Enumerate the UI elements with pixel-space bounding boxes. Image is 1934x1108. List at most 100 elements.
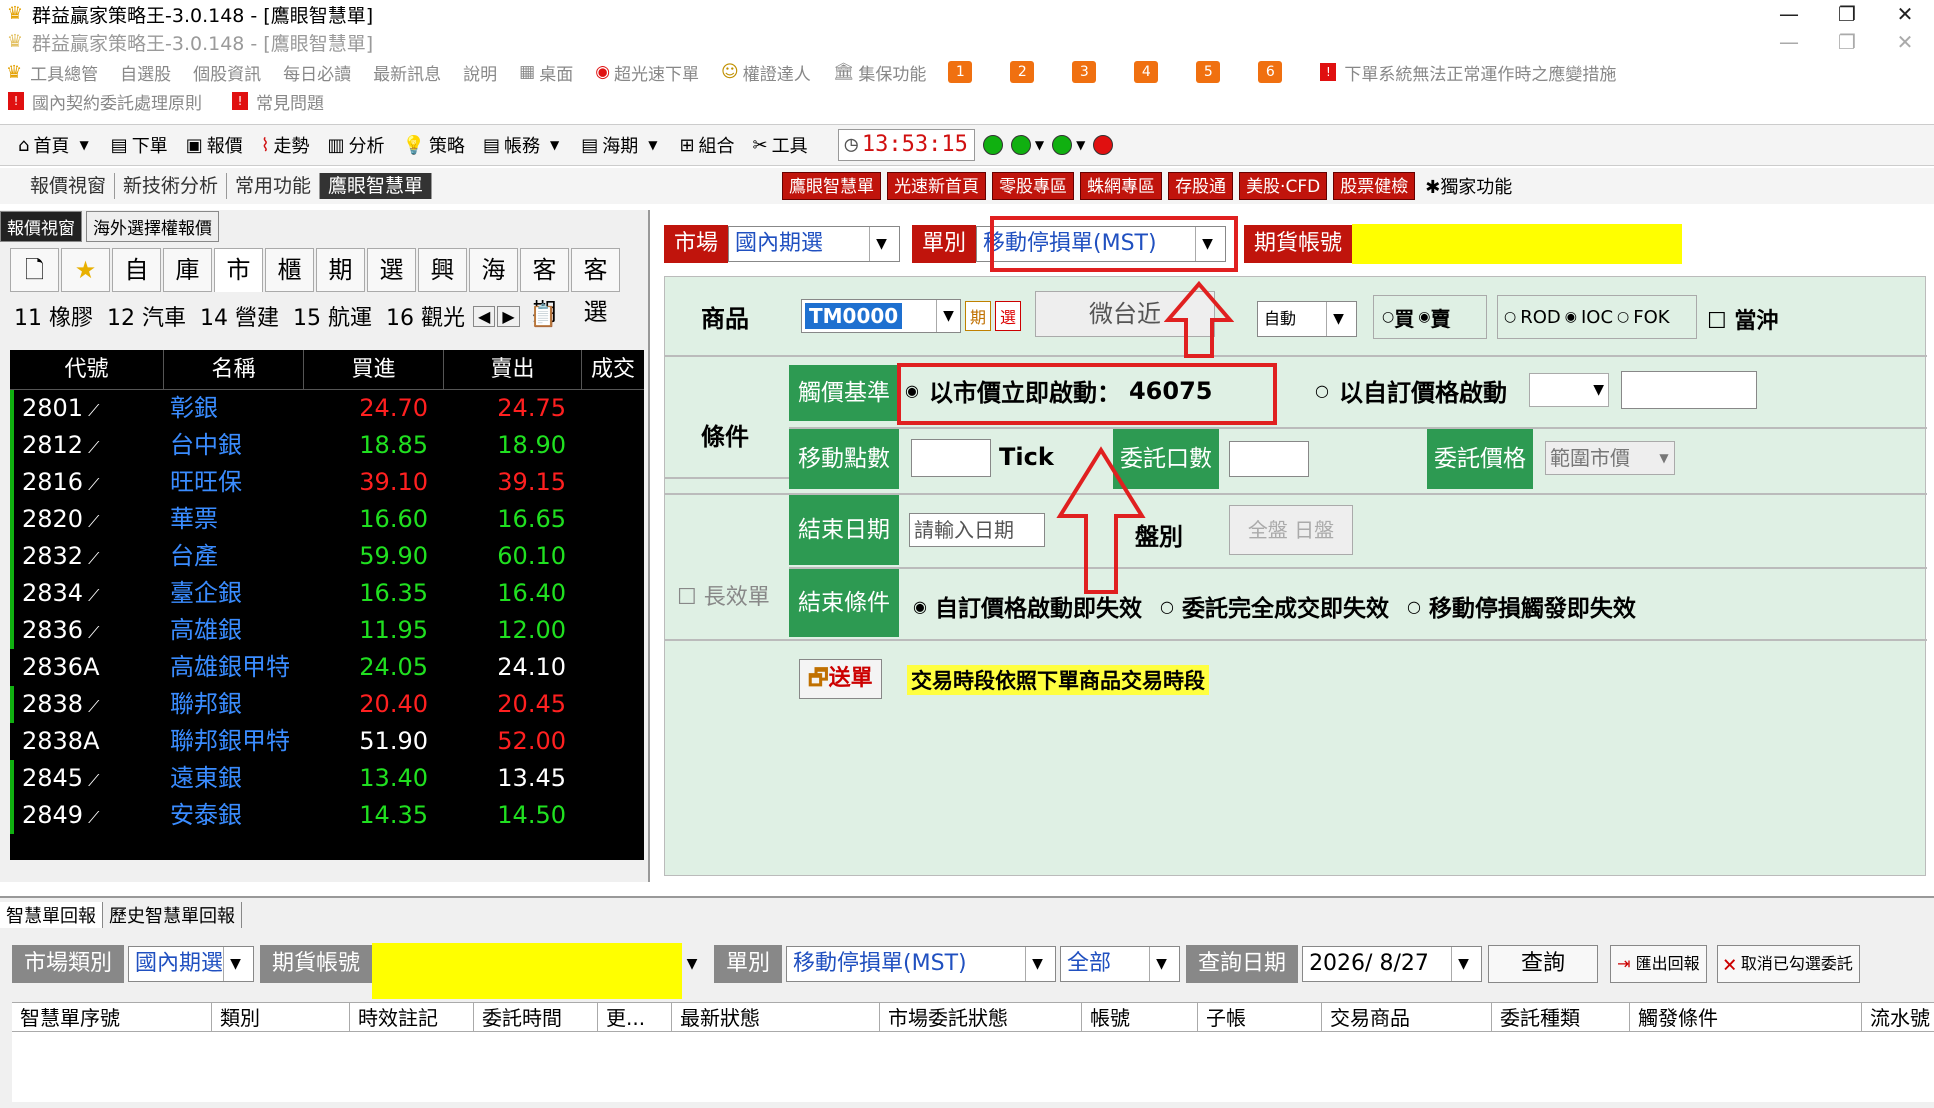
toolbar-order[interactable]: ▤ 下單	[111, 132, 168, 158]
filter-client-futures[interactable]: 客期	[520, 248, 569, 326]
table-row[interactable]: 2812 ⟋ 台中銀 18.85 18.90	[10, 427, 644, 464]
inner-restore-button[interactable]: ❐	[1818, 28, 1876, 56]
filter-market[interactable]: 市	[214, 248, 263, 292]
toolbar-home[interactable]: ⌂ 首頁 ▼	[18, 132, 93, 158]
custom-trigger-radio[interactable]: ○	[1315, 381, 1329, 400]
end2-radio[interactable]: ○	[1160, 597, 1174, 616]
filter-self[interactable]: 自	[112, 248, 161, 292]
report-account-redacted[interactable]	[372, 943, 683, 999]
menu-watchlist[interactable]: 自選股	[120, 60, 171, 85]
filter-overseas[interactable]: 海	[469, 248, 518, 292]
market-select[interactable]: 國內期選 ▼	[728, 226, 901, 262]
minimize-button[interactable]: —	[1760, 0, 1818, 28]
toolbar-tools[interactable]: ✂ 工具	[753, 132, 808, 158]
cancel-selected-button[interactable]: 🗙 取消已勾選委託	[1716, 945, 1860, 983]
table-row[interactable]: 2836 ⟋ 高雄銀 11.95 12.00	[10, 612, 644, 649]
category-auto[interactable]: 12 汽車	[107, 300, 186, 332]
toolbar-trend[interactable]: ⌇ 走勢	[261, 132, 310, 158]
tab-eagle-order[interactable]: 鷹眼智慧單	[320, 173, 433, 199]
query-button[interactable]: 查詢	[1488, 945, 1599, 983]
table-row[interactable]: 2816 ⟋ 旺旺保 39.10 39.15	[10, 464, 644, 501]
filter-client-options[interactable]: 客選	[571, 248, 620, 326]
ioc-radio[interactable]: ◉	[1565, 309, 1577, 325]
toolbar-analysis[interactable]: ▥ 分析	[328, 132, 385, 158]
menu-warrant[interactable]: ☺ 權證達人	[721, 60, 811, 85]
tab-smart-report[interactable]: 智慧單回報	[0, 902, 103, 928]
category-tourism[interactable]: 16 觀光	[386, 300, 465, 332]
table-row[interactable]: 2849 ⟋ 安泰銀 14.35 14.50	[10, 797, 644, 834]
col-ask[interactable]: 賣出	[444, 350, 582, 389]
fok-radio[interactable]: ○	[1617, 309, 1629, 325]
btn-oddlot[interactable]: 零股專區	[992, 172, 1075, 200]
table-row[interactable]: 2836A 高雄銀甲特 24.05 24.10	[10, 649, 644, 686]
report-scope-select[interactable]: 全部 ▼	[1060, 946, 1181, 982]
sell-radio[interactable]: ◉	[1418, 309, 1430, 325]
menu-daily[interactable]: 每日必讀	[283, 60, 351, 85]
scroll-right-icon[interactable]: ▶	[497, 305, 520, 327]
menu-faq[interactable]: 常見問題	[256, 89, 324, 114]
table-row[interactable]: 2801 ⟋ 彰銀 24.70 24.75	[10, 390, 644, 427]
category-rubber[interactable]: 11 橡膠	[14, 300, 93, 332]
chevron-down-icon[interactable]: ▼	[1076, 138, 1085, 152]
menu-num-1[interactable]: 1	[948, 61, 973, 83]
col-validity[interactable]: 時效註記	[350, 1003, 474, 1031]
custom-trigger-option[interactable]: ○ 以自訂價格啟動	[1315, 373, 1507, 408]
menu-num-4[interactable]: 4	[1134, 61, 1159, 83]
session-day[interactable]: 日盤	[1294, 518, 1334, 542]
daytrade-check[interactable]: ☐ 當沖	[1707, 303, 1778, 335]
menu-rule[interactable]: 國內契約委託處理原則	[32, 89, 202, 114]
col-more[interactable]: 更...	[598, 1003, 672, 1031]
col-order-kind[interactable]: 委託種類	[1492, 1003, 1630, 1031]
btn-spider[interactable]: 蛛網專區	[1080, 172, 1163, 200]
table-row[interactable]: 2838A 聯邦銀甲特 51.90 52.00	[10, 723, 644, 760]
buy-radio[interactable]: ○	[1382, 309, 1394, 325]
tab-quote-window[interactable]: 報價視窗	[22, 173, 116, 199]
star-icon[interactable]: ★	[61, 248, 110, 292]
end-date-input[interactable]: 請輸入日期	[909, 513, 1045, 547]
end3-radio[interactable]: ○	[1407, 597, 1421, 616]
col-smart-seq[interactable]: 智慧單序號	[12, 1003, 212, 1031]
tab-history-report[interactable]: 歷史智慧單回報	[103, 902, 242, 928]
category-shipping[interactable]: 15 航運	[293, 300, 372, 332]
product-code-field[interactable]: TM0000 ▼	[801, 299, 961, 333]
menu-num-3[interactable]: 3	[1072, 61, 1097, 83]
col-last[interactable]: 成交	[582, 350, 644, 389]
custom-trigger-select[interactable]: ▼	[1529, 373, 1609, 407]
filter-options[interactable]: 選	[367, 248, 416, 292]
btn-exclusive[interactable]: ✱獨家功能	[1425, 173, 1512, 199]
filter-emerging[interactable]: 興	[418, 248, 467, 292]
btn-eagle[interactable]: 鷹眼智慧單	[782, 172, 882, 200]
btn-lightspeed[interactable]: 光速新首頁	[887, 172, 987, 200]
col-serial[interactable]: 流水號	[1862, 1003, 1934, 1031]
chevron-down-icon[interactable]: ▼	[1035, 138, 1044, 152]
col-name[interactable]: 名稱	[164, 350, 304, 389]
inner-close-button[interactable]: ✕	[1876, 28, 1934, 56]
report-market-select[interactable]: 國內期選 ▼	[128, 946, 255, 982]
filter-futures[interactable]: 期	[316, 248, 365, 292]
table-row[interactable]: 2838 ⟋ 聯邦銀 20.40 20.45	[10, 686, 644, 723]
end1-radio[interactable]: ◉	[913, 597, 927, 616]
report-date-select[interactable]: 2026/ 8/27 ▼	[1302, 946, 1483, 982]
tab-common[interactable]: 常用功能	[227, 173, 321, 199]
col-order-time[interactable]: 委託時間	[474, 1003, 598, 1031]
toolbar-strategy[interactable]: 💡 策略	[403, 132, 465, 158]
category-construction[interactable]: 14 營建	[200, 300, 279, 332]
scroll-left-icon[interactable]: ◀	[473, 305, 496, 327]
account-redacted[interactable]	[1352, 224, 1683, 264]
col-latest-status[interactable]: 最新狀態	[672, 1003, 880, 1031]
btn-save-stock[interactable]: 存股通	[1168, 172, 1234, 200]
menu-desktop[interactable]: ▦ 桌面	[519, 60, 573, 85]
menu-num-2[interactable]: 2	[1010, 61, 1035, 83]
table-row[interactable]: 2845 ⟋ 遠東銀 13.40 13.45	[10, 760, 644, 797]
col-account[interactable]: 帳號	[1082, 1003, 1198, 1031]
toolbar-combo[interactable]: ⊞ 組合	[679, 132, 734, 158]
new-page-icon[interactable]: 🗋	[10, 248, 59, 292]
col-code[interactable]: 代號	[10, 350, 164, 389]
send-order-button[interactable]: 🗗送單	[799, 659, 882, 699]
table-row[interactable]: 2820 ⟋ 華票 16.60 16.65	[10, 501, 644, 538]
period-button[interactable]: 期	[965, 301, 992, 331]
menu-stock-info[interactable]: 個股資訊	[193, 60, 261, 85]
menu-fast-order[interactable]: ◉ 超光速下單	[595, 60, 699, 85]
menu-news[interactable]: 最新訊息	[373, 60, 441, 85]
btn-us-cfd[interactable]: 美股·CFD	[1239, 172, 1328, 200]
